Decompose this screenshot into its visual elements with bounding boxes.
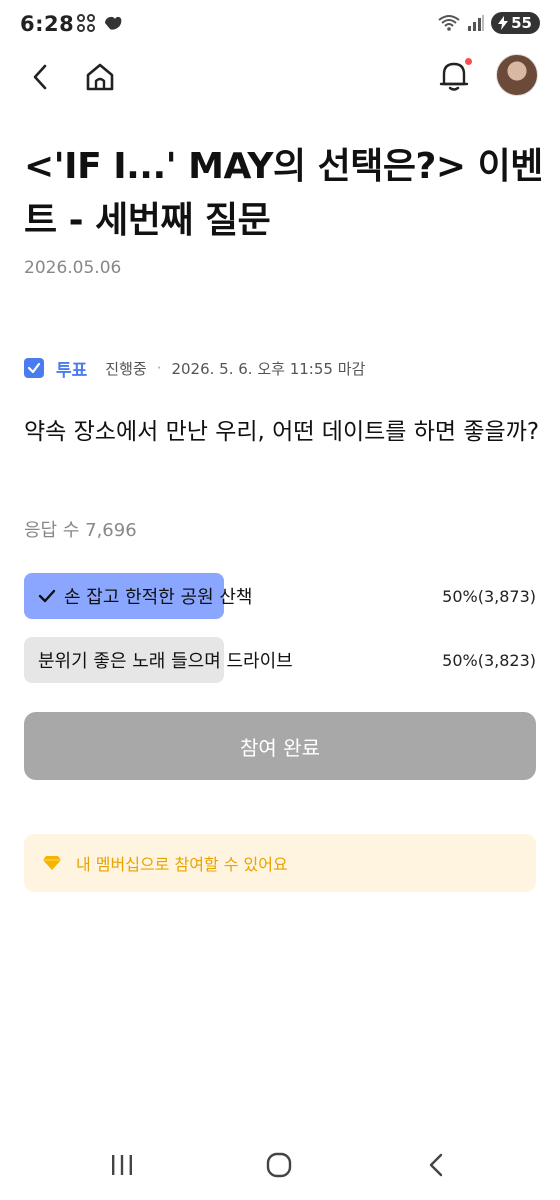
status-bar: 6:28 55	[0, 0, 560, 48]
notification-badge-dot	[465, 58, 472, 65]
poll-option-2[interactable]: 분위기 좋은 노래 들으며 드라이브 50%(3,823)	[24, 637, 536, 683]
post-title: <'IF I...' MAY의 선택은?> 이벤트 - 세번째 질문	[24, 146, 543, 241]
battery-indicator: 55	[491, 12, 540, 34]
post-date: 2026.05.06	[24, 258, 122, 278]
poll-option-2-result: 50%(3,823)	[442, 650, 536, 670]
home-icon	[86, 63, 114, 91]
poll-option-2-text: 분위기 좋은 노래 들으며 드라이브	[38, 651, 293, 672]
top-nav-bar	[0, 50, 560, 102]
poll-option-2-label-wrap: 분위기 좋은 노래 들으며 드라이브	[38, 637, 293, 683]
poll-meta: 투표 진행중 · 2026. 5. 6. 오후 11:55 마감	[24, 356, 366, 381]
status-time: 6:28	[20, 12, 75, 36]
poll-response-count: 응답 수 7,696	[24, 520, 137, 541]
back-button[interactable]	[22, 60, 58, 94]
system-nav-bar	[0, 1130, 560, 1200]
battery-level: 55	[511, 14, 532, 32]
poll-status: 진행중	[105, 359, 147, 378]
recent-apps-icon	[112, 1155, 132, 1175]
status-right: 55	[437, 12, 540, 34]
system-home-button[interactable]	[259, 1148, 299, 1182]
home-circle-icon	[266, 1152, 292, 1178]
signal-icon	[468, 15, 485, 31]
poll-separator: ·	[156, 359, 162, 377]
system-back-icon	[429, 1153, 443, 1177]
poll-option-1-text: 손 잡고 한적한 공원 산책	[64, 587, 253, 608]
profile-avatar[interactable]	[496, 54, 538, 96]
participation-complete-button[interactable]: 참여 완료	[24, 712, 536, 780]
poll-option-1[interactable]: 손 잡고 한적한 공원 산책 50%(3,873)	[24, 573, 536, 619]
weverse-app-icon	[105, 16, 122, 30]
poll-question: 약속 장소에서 만난 우리, 어떤 데이트를 하면 좋을까?	[24, 419, 540, 445]
charging-icon	[498, 16, 509, 30]
membership-notice-text: 내 멤버십으로 참여할 수 있어요	[76, 855, 288, 874]
membership-notice[interactable]: 내 멤버십으로 참여할 수 있어요	[24, 834, 536, 892]
notification-button[interactable]	[434, 56, 474, 96]
poll-option-1-result: 50%(3,873)	[442, 586, 536, 606]
poll-option-1-label-wrap: 손 잡고 한적한 공원 산책	[38, 573, 253, 619]
poll-deadline: 2026. 5. 6. 오후 11:55 마감	[171, 359, 366, 378]
status-app-icons	[76, 13, 124, 33]
app-notification-icon	[77, 14, 95, 32]
chevron-left-icon	[33, 64, 47, 90]
home-button[interactable]	[80, 58, 120, 96]
wifi-icon	[438, 15, 460, 31]
poll-checkbox-icon	[24, 358, 44, 378]
system-back-button[interactable]	[416, 1148, 456, 1182]
check-icon	[38, 588, 56, 604]
recent-apps-button[interactable]	[102, 1148, 142, 1182]
diamond-icon	[42, 855, 62, 871]
poll-type-label: 투표	[56, 360, 88, 381]
